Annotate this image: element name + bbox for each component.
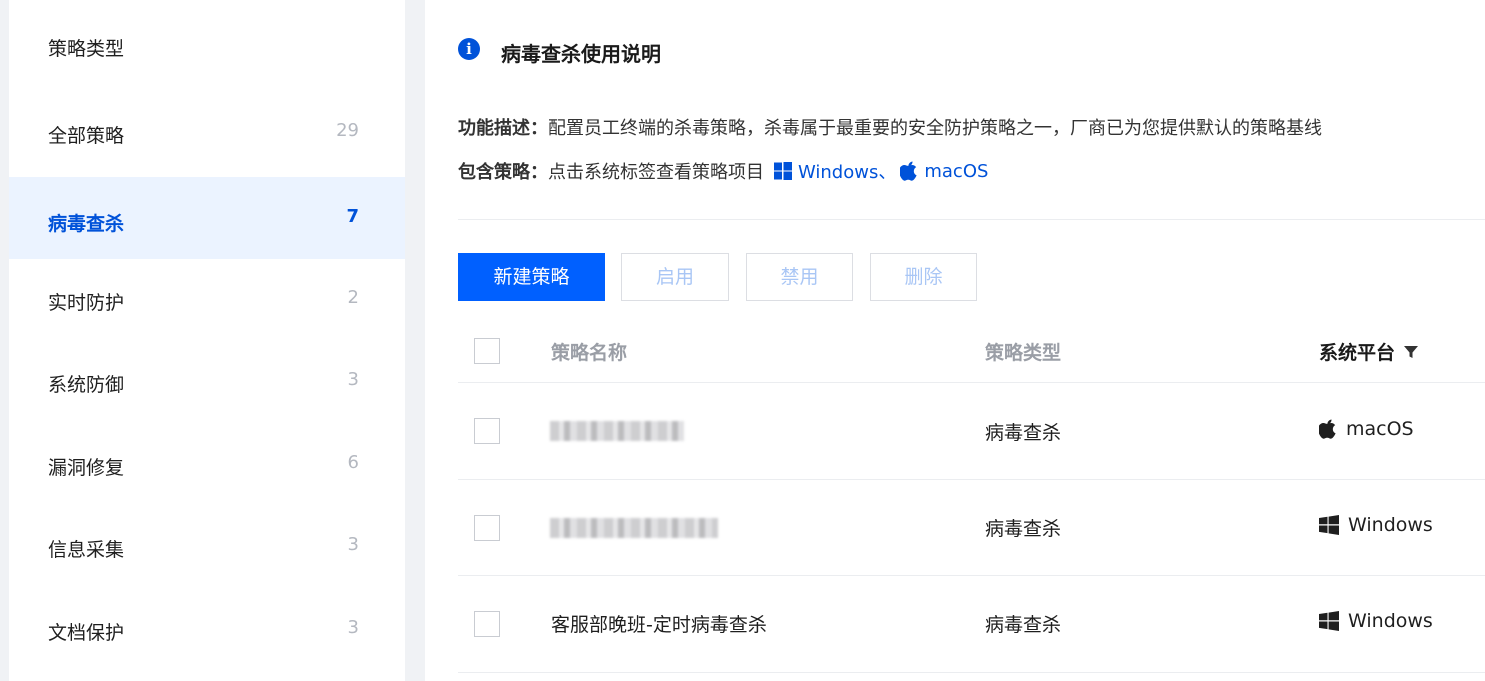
main-panel: i 病毒查杀使用说明 功能描述： 配置员工终端的杀毒策略，杀毒属于最重要的安全防…: [425, 0, 1485, 681]
sidebar-item-info-collection[interactable]: 信息采集 3: [9, 506, 405, 588]
column-header-type: 策略类型: [985, 342, 1062, 364]
filter-icon[interactable]: [1404, 345, 1419, 359]
enable-button[interactable]: 启用: [621, 253, 729, 301]
platform-label: macOS: [1346, 418, 1414, 440]
sidebar-item-label: 实时防护: [48, 292, 125, 314]
sidebar-item-count: 7: [346, 206, 359, 227]
function-description: 功能描述： 配置员工终端的杀毒策略，杀毒属于最重要的安全防护策略之一，厂商已为您…: [458, 114, 1322, 140]
select-all-checkbox[interactable]: [474, 338, 500, 364]
apple-icon: [1319, 419, 1336, 439]
column-header-platform[interactable]: 系统平台: [1319, 338, 1419, 365]
sidebar-item-count: 29: [336, 120, 359, 141]
windows-icon: [1319, 515, 1339, 535]
windows-link-label: Windows、: [798, 162, 897, 183]
sidebar-item-system-defense[interactable]: 系统防御 3: [9, 341, 405, 423]
policy-type-sidebar: 策略类型 全部策略 29 病毒查杀 7 实时防护 2 系统防御 3 漏洞修复 6…: [9, 0, 405, 681]
sidebar-item-label: 漏洞修复: [48, 457, 125, 479]
column-header-platform-label: 系统平台: [1319, 342, 1396, 364]
sidebar-item-count: 3: [347, 534, 359, 555]
platform-label: Windows: [1348, 514, 1433, 536]
sidebar-item-all[interactable]: 全部策略 29: [9, 92, 405, 174]
macos-link[interactable]: macOS: [900, 161, 988, 182]
sidebar-item-label: 病毒查杀: [48, 213, 125, 235]
included-text: 点击系统标签查看策略项目: [548, 162, 764, 183]
sidebar-item-label: 全部策略: [48, 125, 125, 147]
sidebar-item-doc-protection[interactable]: 文档保护 3: [9, 589, 405, 671]
row-divider: [458, 479, 1485, 480]
platform-cell: Windows: [1319, 514, 1433, 536]
description-text: 配置员工终端的杀毒策略，杀毒属于最重要的安全防护策略之一，厂商已为您提供默认的策…: [548, 118, 1322, 139]
sidebar-item-count: 6: [347, 452, 359, 473]
info-icon: i: [458, 38, 480, 60]
delete-button[interactable]: 删除: [870, 253, 977, 301]
policy-type-cell: 病毒查杀: [985, 614, 1062, 636]
disable-button[interactable]: 禁用: [746, 253, 853, 301]
sidebar-item-count: 2: [347, 287, 359, 308]
description-key: 功能描述：: [458, 118, 548, 139]
row-divider: [458, 382, 1485, 383]
policy-type-cell: 病毒查杀: [985, 422, 1062, 444]
sidebar-item-virus-scan[interactable]: 病毒查杀 7: [9, 177, 405, 259]
platform-cell: Windows: [1319, 610, 1433, 632]
sidebar-item-label: 信息采集: [48, 539, 125, 561]
sidebar-item-count: 3: [347, 617, 359, 638]
windows-icon: [774, 162, 792, 180]
sidebar-header: 策略类型: [9, 0, 405, 92]
section-divider: [458, 219, 1485, 220]
windows-icon: [1319, 611, 1339, 631]
policy-type-cell: 病毒查杀: [985, 518, 1062, 540]
redacted-policy-name: [550, 421, 684, 441]
row-checkbox[interactable]: [474, 515, 500, 541]
sidebar-item-vuln-fix[interactable]: 漏洞修复 6: [9, 424, 405, 506]
sidebar-item-realtime-protection[interactable]: 实时防护 2: [9, 259, 405, 341]
windows-link[interactable]: Windows、: [774, 158, 896, 184]
apple-icon: [900, 161, 917, 181]
row-checkbox[interactable]: [474, 611, 500, 637]
platform-label: Windows: [1348, 610, 1433, 632]
column-header-name: 策略名称: [551, 342, 628, 364]
info-title: 病毒查杀使用说明: [501, 42, 661, 66]
row-divider: [458, 575, 1485, 576]
sidebar-item-count: 3: [347, 369, 359, 390]
platform-cell: macOS: [1319, 418, 1414, 440]
sidebar-item-label: 系统防御: [48, 374, 125, 396]
redacted-policy-name: [550, 518, 718, 538]
sidebar-title: 策略类型: [48, 38, 125, 60]
new-policy-button[interactable]: 新建策略: [458, 253, 605, 301]
policy-name-cell[interactable]: 客服部晚班-定时病毒查杀: [551, 610, 767, 637]
included-key: 包含策略：: [458, 162, 548, 183]
row-checkbox[interactable]: [474, 418, 500, 444]
included-policies: 包含策略： 点击系统标签查看策略项目 Windows、 macOS: [458, 158, 988, 184]
row-divider: [458, 672, 1485, 673]
sidebar-item-label: 文档保护: [48, 622, 125, 644]
macos-link-label: macOS: [924, 160, 989, 182]
